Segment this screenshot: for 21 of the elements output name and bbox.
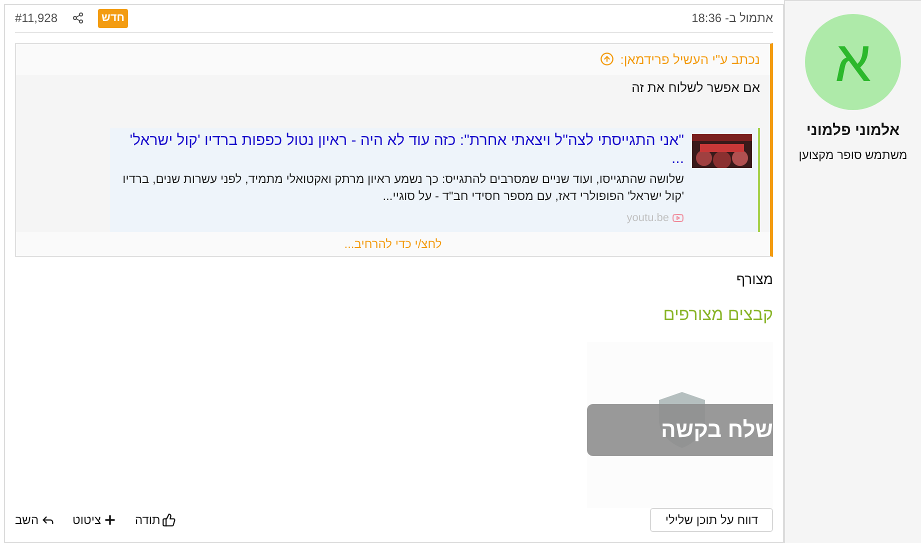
preview-title[interactable]: "אני התגייסתי לצה"ל ויצאתי אחרת": כזה עוד לא היה - ראיון נטול כפפות ברדיו 'קול ישראל' ... [116, 132, 684, 168]
report-button[interactable]: דווח על תוכן שלילי [650, 508, 773, 532]
user-title: משתמש סופר מקצוען [798, 146, 908, 164]
link-preview[interactable] [110, 128, 760, 232]
preview-description: שלושה שהתגייסו, ועוד שניים שמסרבים להתגייס: כך נשמע ראיון מרתק ואקטואלי מתמיד, לפני עשרות שנים, ברדיו 'קול ישראל' הפופולרי דאז, עם מספר חסידי חב"ד - על סוגיי... [122, 170, 684, 205]
new-badge: חדש [98, 9, 128, 28]
preview-domain: youtu.be [626, 210, 669, 226]
post-action-link[interactable]: תודה [135, 511, 176, 529]
post-action-link[interactable]: השב [15, 511, 55, 529]
plus-icon [103, 513, 117, 527]
attachment-label: מצורף [735, 270, 773, 290]
avatar: א [805, 14, 901, 110]
video-icon [672, 212, 684, 224]
user-name[interactable]: אלמוני פלמוני [806, 120, 900, 142]
share-icon[interactable] [72, 12, 84, 24]
quote-text: אם אפשר לשלוח את זה [630, 79, 761, 98]
post-action-link[interactable]: ציטוט [72, 511, 117, 529]
post-number[interactable]: #11,928 [15, 9, 58, 28]
post-time[interactable]: אתמול ב- 18:36 [692, 9, 773, 28]
thumbs-up-icon [162, 513, 176, 527]
attachments-title: קבצים מצורפים [662, 304, 773, 326]
